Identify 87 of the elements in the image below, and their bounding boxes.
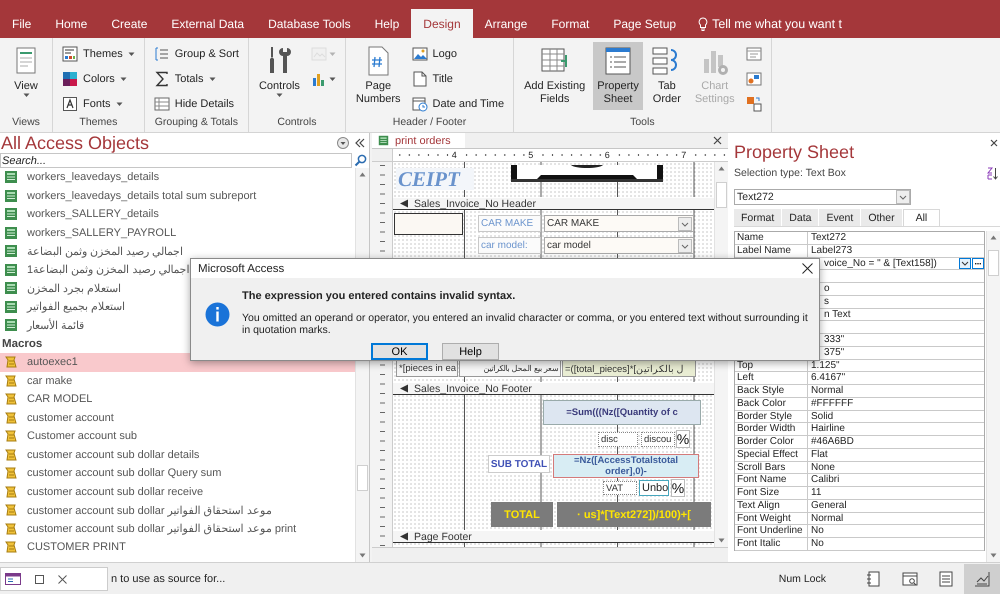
- item-label: قائمة الأسعار: [27, 318, 84, 332]
- item-label: customer account sub dollar details: [27, 448, 200, 461]
- property-value: voice_No = " & [Text158]): [824, 258, 937, 270]
- selection-type: Selection type: Text Box: [734, 167, 846, 179]
- report-title: CEIPT: [396, 168, 474, 190]
- property-value: 6.4167": [811, 372, 846, 384]
- item-label: اجمالي رصيد المخزن وثمن البضاعة1: [27, 263, 190, 276]
- panel-title: Property Sheet: [734, 142, 854, 163]
- item-label: Customer account sub: [27, 430, 138, 442]
- property-value: 1.125": [811, 360, 840, 372]
- section-title: Sales_Invoice_No Footer: [414, 382, 532, 394]
- property-value: No: [811, 525, 824, 537]
- property-name: Name: [737, 232, 764, 243]
- ruler-number: 4: [450, 150, 458, 160]
- property-name: Font Size: [737, 487, 780, 498]
- property-value: #46A6BD: [811, 436, 854, 448]
- property-value: General: [811, 500, 847, 512]
- item-label: customer account sub dollar Query sum: [27, 467, 222, 480]
- item-label: workers_leavedays_details: [27, 171, 160, 184]
- item-label: car make: [27, 374, 72, 387]
- dialog-title: Microsoft Access: [198, 262, 284, 274]
- combo-text: Text272: [737, 191, 774, 203]
- property-name: Back Style: [737, 385, 784, 396]
- property-name: Border Color: [737, 436, 794, 447]
- item-label: autoexec1: [27, 356, 78, 368]
- property-value: Normal: [811, 385, 844, 397]
- dialog-message: You omitted an operand or operator, you entered an invalid character or comma, or you entered text without surrounding it in quotation marks.: [242, 312, 809, 336]
- property-value: Calibri: [811, 474, 840, 486]
- item-label: workers_SALLERY_details: [27, 208, 159, 220]
- ruler-number: 6: [604, 150, 611, 160]
- item-label: customer account: [27, 412, 114, 424]
- group-label: Controls: [276, 116, 318, 130]
- item-label: اجمالي رصيد المخزن وثمن البضاعة: [27, 244, 184, 258]
- property-value: s: [824, 296, 829, 308]
- property-value: o: [824, 283, 830, 295]
- property-name: Font Underline: [737, 525, 803, 536]
- property-name: Left: [737, 372, 754, 384]
- dialog-heading: The expression you entered contains invalid syntax.: [242, 290, 516, 302]
- property-name: Back Color: [737, 398, 786, 409]
- property-value: Flat: [811, 448, 828, 460]
- item-label: CUSTOMER PRINT: [27, 541, 126, 554]
- item-label: customer account sub dollar موعد استحقاق الفواتير print: [27, 522, 296, 536]
- property-name: Font Name: [737, 474, 786, 486]
- item-label: استعلام بجرد المخزن: [27, 282, 122, 295]
- item-label: استعلام بجميع الفواتير: [27, 300, 126, 314]
- group-label: Views: [11, 116, 41, 130]
- num-lock-indicator: Num Lock: [778, 572, 826, 584]
- ruler-number: 7: [680, 150, 688, 160]
- ruler-number: 5: [527, 150, 534, 160]
- group-label: Tools: [629, 116, 656, 130]
- group-label: Themes: [78, 116, 118, 130]
- property-value: #FFFFFF: [811, 398, 854, 410]
- tell-me-text: Tell me what you want t: [712, 16, 842, 30]
- property-name: Font Italic: [737, 538, 780, 549]
- pane-title: All Access Objects: [0, 132, 150, 154]
- property-name: Label Name: [737, 244, 791, 256]
- property-name: Top: [737, 360, 754, 370]
- group-label: Grouping & Totals: [154, 116, 239, 130]
- property-name: Text Align: [737, 500, 780, 511]
- property-name: Font Weight: [737, 512, 791, 524]
- combo-text: CAR MAKE: [547, 218, 600, 229]
- section-title: Page Footer: [414, 530, 472, 542]
- property-value: Hairline: [811, 423, 845, 435]
- item-label: CAR MODEL: [27, 393, 92, 406]
- property-value: Label273: [811, 244, 852, 256]
- property-value: Solid: [811, 410, 834, 422]
- property-name: Special Effect: [737, 448, 798, 460]
- property-value: 333": [824, 334, 844, 346]
- property-name: Border Width: [737, 423, 796, 434]
- property-value: Normal: [811, 512, 844, 524]
- property-name: Border Style: [737, 410, 792, 422]
- property-value: n Text: [824, 308, 850, 320]
- status-text: n to use as source for...: [111, 572, 226, 584]
- property-value: 375": [824, 346, 844, 358]
- combo-text: car model: [547, 240, 591, 251]
- item-label: workers_leavedays_details total sum subreport: [27, 190, 256, 202]
- property-value: No: [811, 538, 824, 550]
- item-label: customer account sub dollar receive: [27, 486, 204, 498]
- item-label: workers_SALLERY_PAYROLL: [27, 226, 176, 239]
- property-value: None: [811, 462, 835, 474]
- property-value: 11: [811, 487, 822, 499]
- group-label: Header / Footer: [392, 116, 468, 130]
- property-value: Text272: [811, 232, 846, 244]
- group-header: Macros: [1, 336, 44, 352]
- section-title: Sales_Invoice_No Header: [414, 198, 536, 210]
- property-name: Scroll Bars: [737, 462, 786, 472]
- item-label: customer account sub dollar موعد استحقاق الفواتير: [27, 504, 272, 517]
